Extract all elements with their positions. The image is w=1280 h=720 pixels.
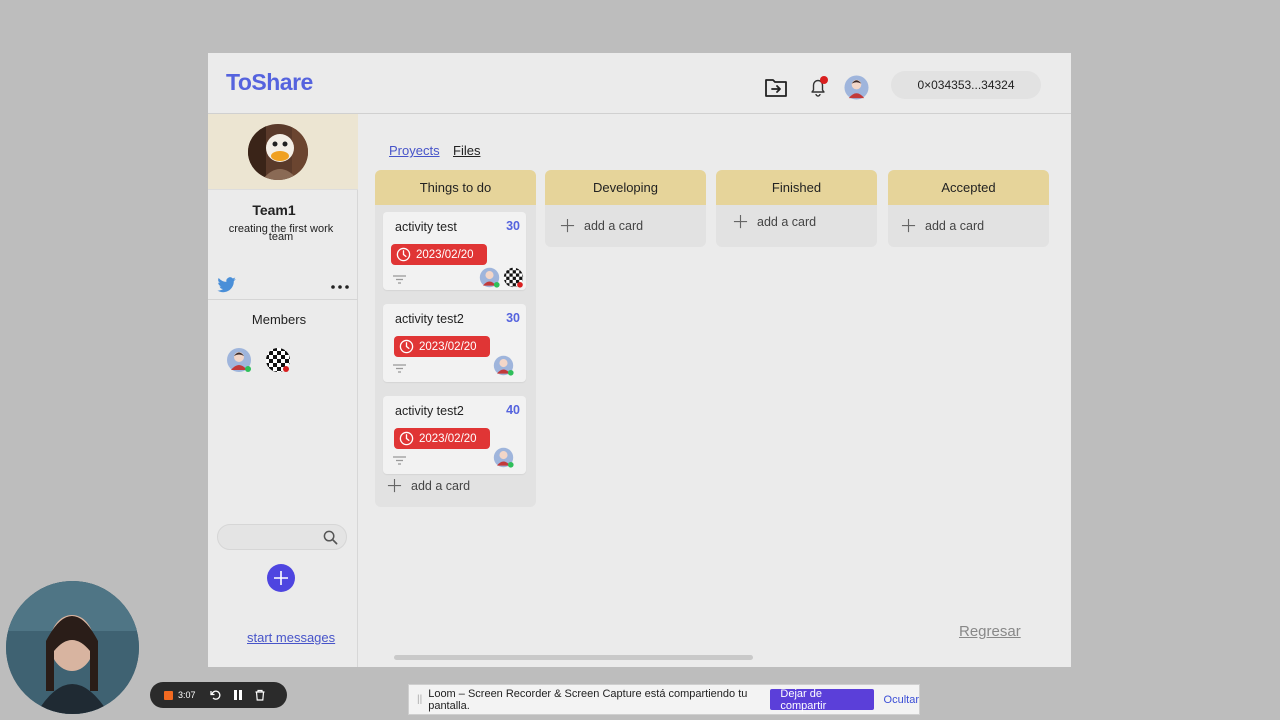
more-options-icon[interactable] <box>330 279 350 289</box>
column-title[interactable]: Finished <box>716 170 877 205</box>
undo-icon[interactable] <box>209 689 222 701</box>
plus-icon <box>387 478 402 493</box>
card-title: activity test <box>395 220 457 234</box>
trash-icon[interactable] <box>254 689 266 701</box>
sidebar: Team1 creating the first work team Membe… <box>208 114 358 667</box>
member-avatar[interactable] <box>226 347 252 373</box>
assignee-avatar <box>493 447 514 468</box>
stop-recording-button[interactable] <box>164 690 173 700</box>
team-description: creating the first work team <box>228 223 334 243</box>
team-name: Team1 <box>252 202 296 218</box>
webcam-bubble[interactable] <box>6 581 139 714</box>
due-date-badge: 2023/02/20 <box>391 244 487 265</box>
add-card-button[interactable]: add a card <box>901 218 984 233</box>
task-card[interactable]: activity test2 30 2023/02/20 <box>383 304 526 382</box>
due-date-badge: 2023/02/20 <box>394 336 490 357</box>
member-avatar[interactable] <box>265 347 291 373</box>
board-column: Accepted add a card <box>888 170 1049 247</box>
plus-icon <box>901 218 916 233</box>
back-link[interactable]: Regresar <box>959 623 1021 640</box>
top-bar: ToShare 0×034353...34324 <box>208 53 1071 114</box>
card-points: 30 <box>506 311 520 325</box>
add-card-button[interactable]: add a card <box>733 214 816 229</box>
team-header <box>208 114 358 190</box>
filter-icon <box>393 360 406 373</box>
share-message: Loom – Screen Recorder & Screen Capture … <box>428 687 748 712</box>
due-date: 2023/02/20 <box>416 248 474 261</box>
board-column: Developing add a card <box>545 170 706 247</box>
card-points: 40 <box>506 403 520 417</box>
plus-icon <box>733 214 748 229</box>
assignee-avatar <box>503 267 524 288</box>
task-card[interactable]: activity test2 40 2023/02/20 <box>383 396 526 474</box>
member-search[interactable] <box>217 524 347 550</box>
app-logo[interactable]: ToShare <box>226 69 313 96</box>
due-date: 2023/02/20 <box>419 340 477 353</box>
members-label: Members <box>251 312 307 327</box>
column-title[interactable]: Accepted <box>888 170 1049 205</box>
due-date-badge: 2023/02/20 <box>394 428 490 449</box>
bell-icon[interactable] <box>807 75 831 99</box>
clock-icon <box>399 339 414 354</box>
filter-icon <box>393 452 406 465</box>
card-points: 30 <box>506 219 520 233</box>
app-window: ToShare 0×034353...34324 Team1 creating … <box>208 53 1071 667</box>
pause-icon[interactable] <box>232 689 244 701</box>
sidebar-divider <box>208 299 358 300</box>
add-card-button[interactable]: add a card <box>387 478 470 493</box>
folder-arrow-icon[interactable] <box>764 76 788 98</box>
assignee-avatar <box>479 267 500 288</box>
add-card-label: add a card <box>757 214 817 229</box>
due-date: 2023/02/20 <box>419 432 477 445</box>
column-title[interactable]: Developing <box>545 170 706 205</box>
drag-handle-icon[interactable]: || <box>417 694 422 705</box>
column-title[interactable]: Things to do <box>375 170 536 205</box>
add-button[interactable] <box>267 564 295 592</box>
tab-proyects[interactable]: Proyects <box>389 143 440 158</box>
filter-icon <box>393 271 406 284</box>
card-title: activity test2 <box>395 312 464 326</box>
stop-sharing-button[interactable]: Dejar de compartir <box>770 688 874 712</box>
recording-time: 3:07 <box>178 690 196 700</box>
add-card-label: add a card <box>925 218 985 233</box>
plus-icon <box>274 571 288 585</box>
add-card-label: add a card <box>584 218 644 233</box>
search-icon[interactable] <box>323 530 338 545</box>
tab-files[interactable]: Files <box>453 143 480 158</box>
team-avatar <box>248 124 308 180</box>
recorder-controls: 3:07 <box>150 682 287 708</box>
search-input[interactable] <box>226 529 321 545</box>
board-column: Finished add a card <box>716 170 877 247</box>
clock-icon <box>396 247 411 262</box>
start-messages-link[interactable]: start messages <box>247 630 335 645</box>
add-card-label: add a card <box>411 478 471 493</box>
board-column: Things to do activity test 30 2023/02/20 <box>375 170 536 507</box>
horizontal-scrollbar[interactable] <box>394 655 753 660</box>
card-title: activity test2 <box>395 404 464 418</box>
clock-icon <box>399 431 414 446</box>
add-card-button[interactable]: add a card <box>560 218 643 233</box>
plus-icon <box>560 218 575 233</box>
twitter-icon[interactable] <box>217 277 237 293</box>
user-avatar[interactable] <box>844 75 869 100</box>
wallet-address[interactable]: 0×034353...34324 <box>891 71 1041 99</box>
task-card[interactable]: activity test 30 2023/02/20 <box>383 212 526 290</box>
hide-link[interactable]: Ocultar <box>884 694 919 706</box>
screen-share-bar: || Loom – Screen Recorder & Screen Captu… <box>408 684 920 715</box>
assignee-avatar <box>493 355 514 376</box>
